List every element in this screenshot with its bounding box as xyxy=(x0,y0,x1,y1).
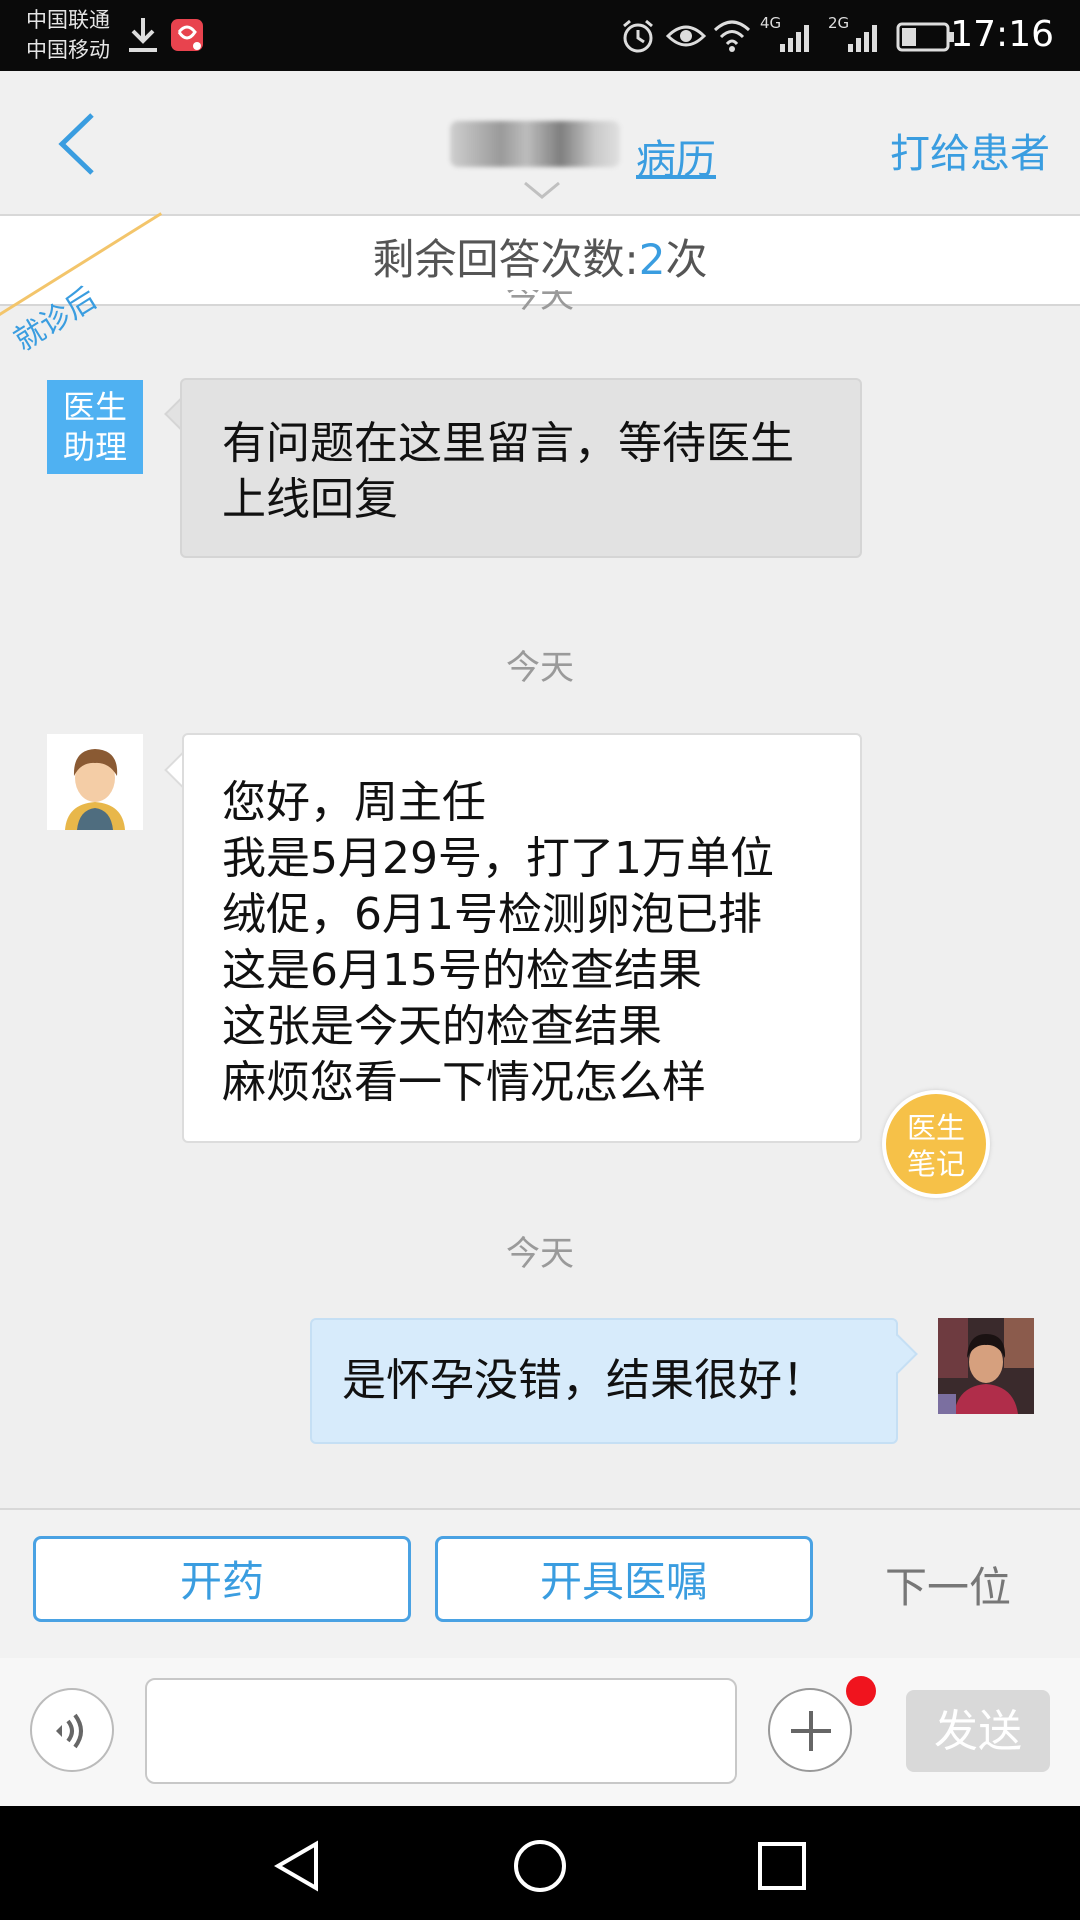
status-time: 17:16 xyxy=(950,14,1054,55)
input-bar: 发送 xyxy=(0,1658,1080,1806)
download-icon xyxy=(129,18,157,52)
message-input[interactable] xyxy=(145,1678,737,1784)
user-avatar-icon xyxy=(47,734,143,830)
next-patient-button[interactable]: 下一位 xyxy=(885,1554,1011,1615)
doctor-note-button[interactable]: 医生笔记 xyxy=(882,1090,990,1198)
doctor-photo xyxy=(938,1318,1034,1414)
assistant-message-bubble: 有问题在这里留言，等待医生上线回复 xyxy=(180,378,862,558)
send-button[interactable]: 发送 xyxy=(906,1690,1050,1772)
time-label-partial: 今天 xyxy=(506,290,574,316)
home-circle-icon[interactable] xyxy=(512,1838,568,1894)
time-label: 今天 xyxy=(506,648,574,688)
doctor-reply-bubble: 是怀孕没错，结果很好！ xyxy=(310,1318,898,1444)
remaining-prefix: 剩余回答次数: xyxy=(372,235,639,284)
medical-record-link[interactable]: 病历 xyxy=(636,127,716,185)
message-line: 这张是今天的检查结果 xyxy=(222,1001,662,1052)
voice-button[interactable] xyxy=(30,1688,114,1772)
carrier-2-label: 中国移动 xyxy=(26,38,110,62)
plus-icon xyxy=(791,1711,831,1751)
eye-icon xyxy=(666,25,706,47)
signal-icon xyxy=(848,25,877,52)
message-line: 麻烦您看一下情况怎么样 xyxy=(222,1057,706,1108)
unread-dot xyxy=(846,1676,876,1706)
patient-message-bubble: 您好，周主任 我是5月29号，打了1万单位 绒促，6月1号检测卵泡已排 这是6月… xyxy=(182,733,862,1143)
remaining-count: 2 xyxy=(638,235,666,284)
system-navigation-bar xyxy=(0,1806,1080,1920)
call-patient-button[interactable]: 打给患者 xyxy=(890,121,1050,179)
time-label: 今天 xyxy=(506,1234,574,1274)
back-button[interactable] xyxy=(52,111,102,177)
app-notification-icon xyxy=(171,19,203,51)
voice-icon xyxy=(56,1713,83,1749)
alarm-icon xyxy=(623,19,653,53)
message-line: 这是6月15号的检查结果 xyxy=(222,945,702,996)
recents-square-icon[interactable] xyxy=(754,1838,810,1894)
patient-name-redacted xyxy=(450,121,620,167)
back-triangle-icon[interactable] xyxy=(270,1838,326,1894)
message-line: 我是5月29号，打了1万单位 xyxy=(222,833,774,884)
medical-orders-button[interactable]: 开具医嘱 xyxy=(435,1536,813,1622)
message-line: 绒促，6月1号检测卵泡已排 xyxy=(222,889,762,940)
remaining-suffix: 次 xyxy=(665,235,708,284)
chevron-left-icon xyxy=(58,113,94,175)
message-line: 您好，周主任 xyxy=(222,777,486,828)
prescribe-button[interactable]: 开药 xyxy=(33,1536,411,1622)
wifi-icon xyxy=(713,20,751,52)
doctor-avatar xyxy=(938,1318,1034,1414)
action-bar: 开药 开具医嘱 下一位 xyxy=(0,1508,1080,1660)
assistant-avatar: 医生助理 xyxy=(47,380,143,474)
status-bar: 中国联通 中国移动 4G 2G 17:16 xyxy=(0,0,1080,71)
more-options-button[interactable] xyxy=(768,1688,852,1772)
nav-bar: 病历 打给患者 xyxy=(0,71,1080,216)
patient-avatar xyxy=(47,734,143,830)
battery-icon xyxy=(896,22,954,52)
signal-icon xyxy=(780,25,809,52)
carrier-1-label: 中国联通 xyxy=(26,8,110,32)
chevron-down-icon[interactable] xyxy=(522,179,562,203)
